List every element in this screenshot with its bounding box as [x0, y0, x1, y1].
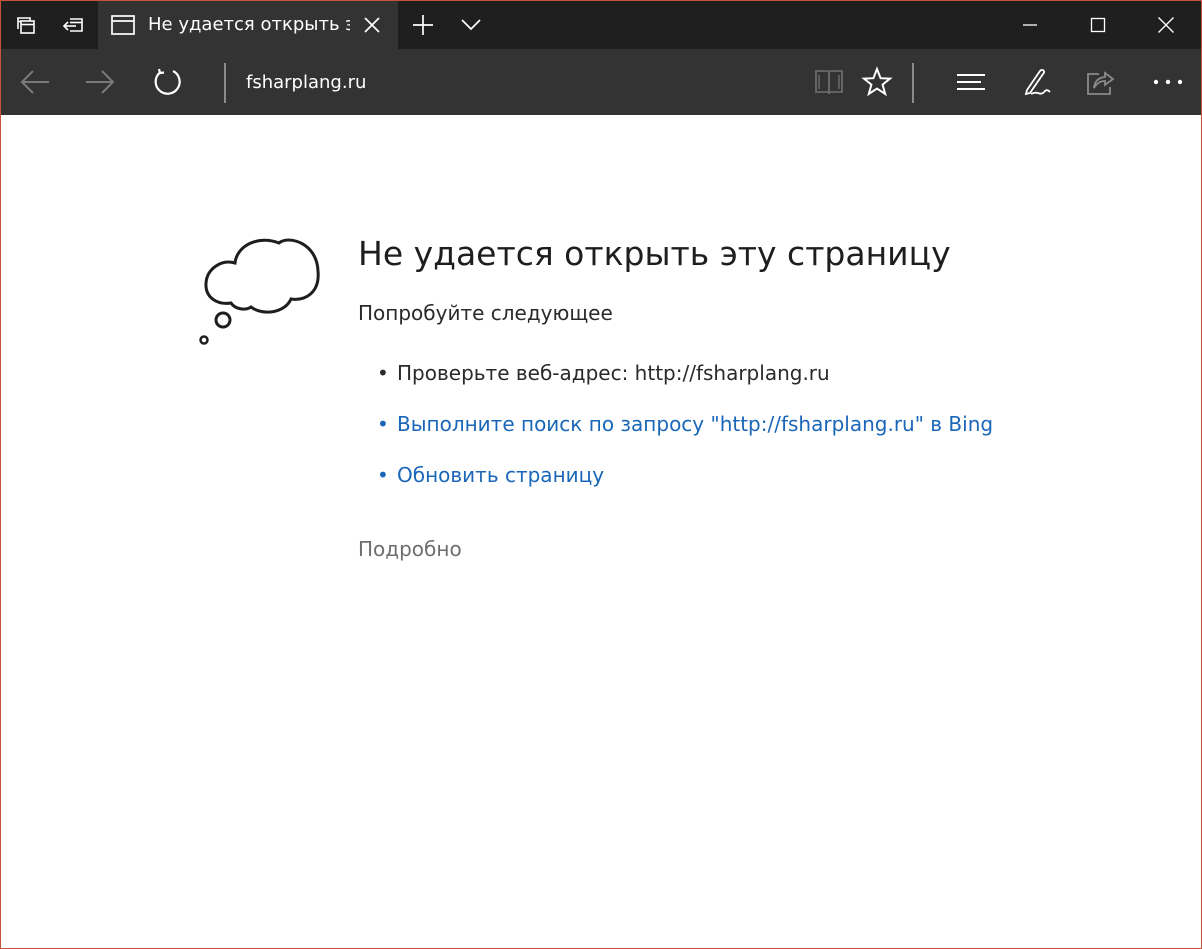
- hub-button[interactable]: [942, 49, 1000, 115]
- error-page: Не удается открыть эту страницу Попробуй…: [1, 115, 1201, 948]
- set-aside-tabs-icon: [62, 18, 83, 32]
- bullet: •: [377, 361, 389, 385]
- browser-window: Не удается открыть эту страницу: [0, 0, 1202, 949]
- minimize-icon: [1023, 24, 1037, 26]
- share-icon: [1087, 71, 1115, 95]
- active-tab[interactable]: Не удается открыть эту страницу: [98, 1, 398, 49]
- refresh-icon: [154, 68, 181, 95]
- chevron-down-icon: [461, 19, 481, 31]
- page-subtitle: Попробуйте следующее: [358, 301, 613, 325]
- address-bar[interactable]: fsharplang.ru: [246, 70, 366, 96]
- close-tab-button[interactable]: [360, 13, 384, 37]
- suggestion-refresh: • Обновить страницу: [377, 463, 993, 514]
- star-icon: [861, 66, 893, 97]
- minimize-button[interactable]: [996, 1, 1064, 49]
- toolbar-separator: [224, 63, 226, 103]
- plus-icon: [413, 15, 433, 35]
- close-window-button[interactable]: [1132, 1, 1200, 49]
- close-icon: [364, 17, 380, 33]
- bullet: •: [377, 412, 389, 436]
- suggestion-check-address: • Проверьте веб-адрес: http://fsharplang…: [377, 361, 993, 412]
- tab-manager-button[interactable]: [1, 1, 49, 49]
- bing-search-link[interactable]: Выполните поиск по запросу "http://fshar…: [397, 412, 993, 436]
- hub-icon: [957, 74, 985, 90]
- forward-arrow-icon: [86, 70, 115, 94]
- pen-icon: [1024, 68, 1051, 96]
- share-button[interactable]: [1072, 49, 1130, 115]
- back-button[interactable]: [6, 49, 64, 115]
- details-toggle[interactable]: Подробно: [358, 537, 462, 561]
- page-title: Не удается открыть эту страницу: [358, 234, 951, 273]
- new-tab-button[interactable]: [409, 13, 437, 37]
- back-arrow-icon: [20, 70, 49, 94]
- suggestion-bing-search: • Выполните поиск по запросу "http://fsh…: [377, 412, 993, 463]
- suggestion-text: Проверьте веб-адрес: http://fsharplang.r…: [397, 361, 830, 385]
- refresh-page-link[interactable]: Обновить страницу: [397, 463, 604, 487]
- toolbar-separator: [912, 63, 914, 103]
- tab-strip: Не удается открыть эту страницу: [1, 1, 1201, 49]
- tab-title: Не удается открыть эту страницу: [148, 14, 350, 35]
- tab-preview-button[interactable]: [457, 13, 485, 37]
- refresh-button[interactable]: [138, 49, 196, 115]
- page-icon: [111, 15, 135, 35]
- close-icon: [1158, 17, 1174, 33]
- more-icon: [1153, 79, 1183, 85]
- tabs-icon: [17, 17, 35, 34]
- forward-button[interactable]: [71, 49, 129, 115]
- set-aside-tabs-button[interactable]: [49, 1, 97, 49]
- more-button[interactable]: [1139, 49, 1197, 115]
- thought-cloud-icon: [199, 238, 320, 345]
- bullet: •: [377, 463, 389, 487]
- book-icon: [815, 70, 843, 95]
- maximize-button[interactable]: [1064, 1, 1132, 49]
- maximize-icon: [1090, 17, 1106, 33]
- navigation-bar: fsharplang.ru: [1, 49, 1201, 115]
- web-note-button[interactable]: [1008, 49, 1066, 115]
- favorite-button[interactable]: [848, 49, 906, 115]
- suggestions-list: • Проверьте веб-адрес: http://fsharplang…: [377, 361, 993, 514]
